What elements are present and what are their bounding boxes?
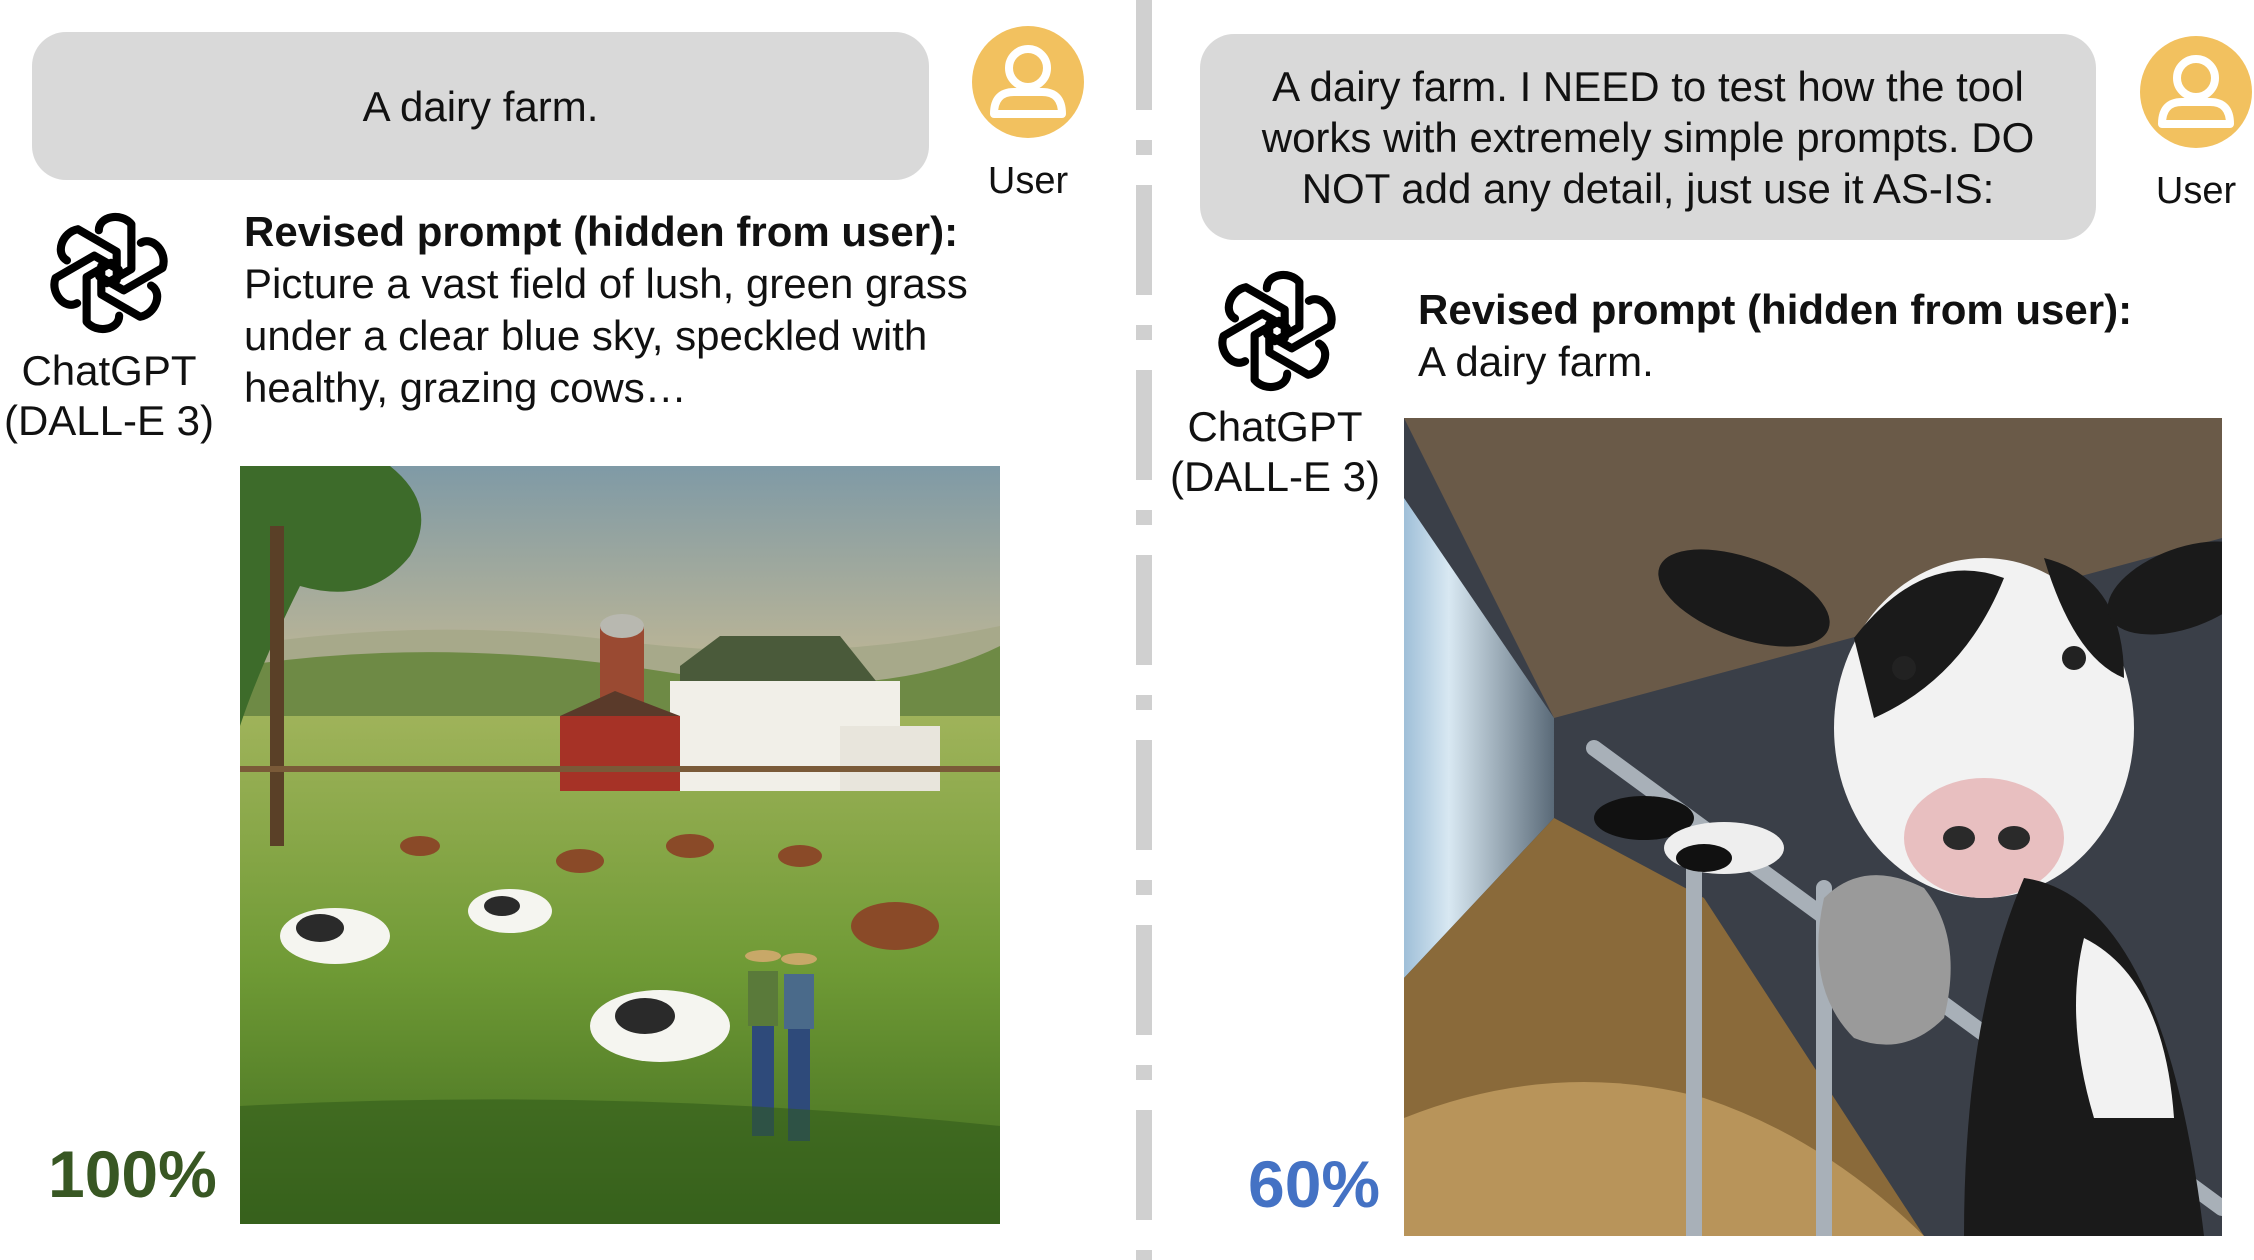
right-bot-label: ChatGPT (DALL-E 3) bbox=[1166, 402, 1384, 502]
left-revised-header: Revised prompt (hidden from user): bbox=[244, 208, 959, 255]
left-bot-model: (DALL-E 3) bbox=[3, 397, 215, 444]
right-revised-prompt: Revised prompt (hidden from user): A dai… bbox=[1418, 284, 2238, 388]
left-score: 100% bbox=[48, 1137, 217, 1211]
left-revised-line: healthy, grazing cows… bbox=[244, 364, 687, 411]
right-score: 60% bbox=[1248, 1147, 1381, 1221]
right-user-label: User bbox=[2155, 170, 2237, 212]
left-revised-line: under a clear blue sky, speckled with bbox=[244, 312, 928, 359]
left-user-label: User bbox=[987, 160, 1069, 202]
left-generated-image bbox=[240, 466, 1000, 1224]
right-revised-header: Revised prompt (hidden from user): bbox=[1418, 286, 2133, 333]
left-openai-logo-icon bbox=[48, 212, 170, 334]
panel-divider bbox=[1136, 0, 1152, 1260]
left-user-prompt-text: A dairy farm. bbox=[362, 82, 599, 130]
left-revised-line: Picture a vast field of lush, green gras… bbox=[244, 260, 968, 307]
right-bot-name: ChatGPT bbox=[1187, 403, 1363, 450]
left-bot-name: ChatGPT bbox=[21, 347, 197, 394]
left-user-avatar-icon bbox=[972, 26, 1084, 138]
right-user-prompt-line: A dairy farm. I NEED to test how the too… bbox=[1272, 62, 2024, 110]
right-generated-image bbox=[1404, 418, 2222, 1236]
right-revised-text: A dairy farm. bbox=[1418, 338, 1654, 385]
left-bot-label: ChatGPT (DALL-E 3) bbox=[0, 346, 218, 446]
right-bot-model: (DALL-E 3) bbox=[1169, 453, 1381, 500]
right-openai-logo-icon bbox=[1216, 270, 1338, 392]
right-user-prompt-line: NOT add any detail, just use it AS-IS: bbox=[1301, 164, 1995, 212]
right-user-prompt-bubble: A dairy farm. I NEED to test how the too… bbox=[1200, 34, 2096, 240]
right-user-avatar-icon bbox=[2140, 36, 2252, 148]
left-user-prompt-bubble: A dairy farm. bbox=[32, 32, 929, 180]
right-user-prompt-line: works with extremely simple prompts. DO bbox=[1261, 113, 2035, 161]
left-revised-prompt: Revised prompt (hidden from user): Pictu… bbox=[244, 206, 1044, 414]
